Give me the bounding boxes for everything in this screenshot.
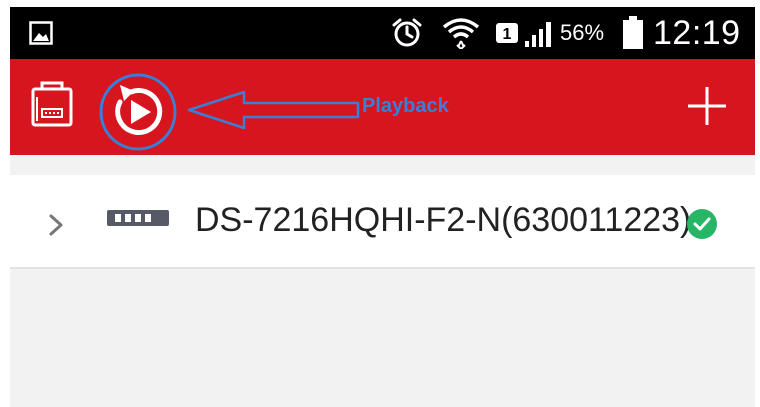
dvr-device-icon xyxy=(107,210,169,226)
device-list-icon[interactable] xyxy=(28,81,78,129)
app-screen: 1 56% 12:19 Playback DS-7216HQHI-F2-N(63… xyxy=(0,0,760,407)
add-icon[interactable] xyxy=(686,85,728,127)
clock-time: 12:19 xyxy=(653,14,741,52)
sim-slot-number: 1 xyxy=(503,26,512,43)
gallery-icon xyxy=(29,21,53,45)
signal-icon xyxy=(525,22,551,47)
wifi-icon xyxy=(442,18,480,49)
content-spacer xyxy=(10,155,755,175)
sim-card-icon: 1 xyxy=(496,23,518,43)
playback-callout-label: Playback xyxy=(362,95,449,117)
battery-icon xyxy=(623,16,643,49)
online-status-icon xyxy=(687,209,717,239)
callout-arrow-icon xyxy=(187,90,360,130)
status-bar: 1 56% 12:19 xyxy=(10,7,755,59)
empty-area xyxy=(10,269,755,407)
device-name: DS-7216HQHI-F2-N(630011223) xyxy=(195,201,692,239)
device-list-item[interactable]: DS-7216HQHI-F2-N(630011223) xyxy=(10,175,755,269)
playback-icon[interactable] xyxy=(97,71,179,153)
battery-percent: 56% xyxy=(560,20,605,45)
app-toolbar: Playback xyxy=(10,59,755,155)
chevron-right-icon[interactable] xyxy=(48,213,64,237)
alarm-clock-icon xyxy=(392,18,422,47)
